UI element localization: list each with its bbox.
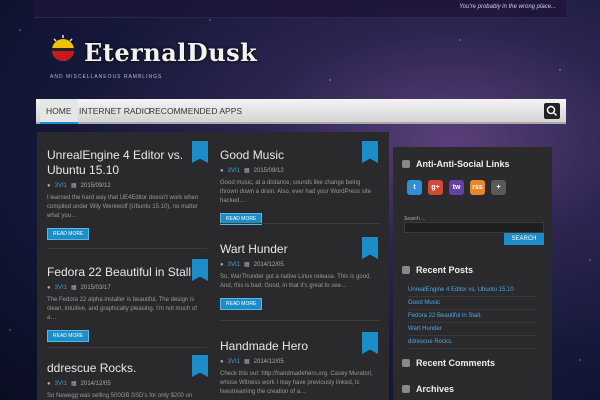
- search-input[interactable]: [404, 222, 544, 233]
- read-more-button[interactable]: READ MORE: [47, 228, 90, 240]
- recent-post-link[interactable]: UnrealEngine 4 Editor vs. Ubuntu 15.10: [408, 284, 536, 297]
- top-bar: You're probably in the wrong place...: [34, 0, 566, 18]
- post-card: Handmade Hero ● 3VI1 ▦ 2014/12/05 Check …: [220, 339, 380, 397]
- calendar-icon: ▦: [243, 262, 250, 268]
- calendar-icon: ▦: [243, 168, 250, 174]
- user-icon: ●: [47, 284, 51, 291]
- post-meta: ● 3VI1 ▦ 2014/12/05: [220, 358, 380, 366]
- google-plus-icon[interactable]: g+: [428, 180, 443, 195]
- calendar-icon: ▦: [243, 359, 250, 365]
- main-navigation: HOME INTERNET RADIO RECOMMENDED APPS: [36, 99, 566, 124]
- archive-icon: [402, 385, 410, 393]
- widget-title-text: Recent Posts: [416, 265, 474, 275]
- logo-emblem-icon: [52, 35, 74, 61]
- recent-post-link[interactable]: ddrescue Rocks.: [408, 336, 536, 349]
- search-icon: [546, 105, 558, 117]
- widget-title-recent-posts: Recent Posts: [402, 265, 473, 275]
- info-icon: [402, 160, 410, 168]
- post-author[interactable]: 3VI1: [55, 183, 67, 189]
- list-icon: [402, 266, 410, 274]
- search-button[interactable]: SEARCH: [504, 233, 544, 245]
- read-more-button[interactable]: READ MORE: [220, 298, 263, 310]
- post-card: ddrescue Rocks. ● 3VI1 ▦ 2014/12/05 So N…: [47, 361, 207, 400]
- nav-item-recommended-apps[interactable]: RECOMMENDED APPS: [143, 99, 248, 124]
- post-date: 2014/12/05: [253, 261, 284, 268]
- post-title[interactable]: Good Music: [220, 148, 380, 163]
- post-date: 2014/12/05: [253, 358, 284, 365]
- post-author[interactable]: 3VI1: [228, 359, 240, 365]
- rss-icon[interactable]: rss: [470, 180, 485, 195]
- post-divider: [220, 320, 380, 321]
- site-title[interactable]: EternalDusk: [84, 38, 257, 67]
- sidebar: Anti-Anti-Social Links t g+ tw rss + Sea…: [393, 147, 552, 400]
- post-excerpt: Good music, at a distance, sounds like c…: [220, 180, 371, 204]
- comments-icon: [402, 359, 410, 367]
- post-author[interactable]: 3VI1: [228, 168, 240, 174]
- user-icon: ●: [220, 261, 224, 268]
- calendar-icon: ▦: [70, 183, 77, 189]
- post-divider: [220, 223, 380, 224]
- post-meta: ● 3VI1 ▦ 2015/03/17: [47, 284, 207, 292]
- widget-title-recent-comments: Recent Comments: [402, 358, 495, 368]
- post-title[interactable]: ddrescue Rocks.: [47, 361, 207, 376]
- site-subtitle: AND MISCELLANEOUS RAMBLINGS: [50, 74, 163, 80]
- nav-item-home[interactable]: HOME: [40, 99, 78, 124]
- post-title[interactable]: Wart Hunder: [220, 242, 380, 257]
- post-meta: ● 3VI1 ▦ 2014/12/05: [47, 380, 207, 388]
- post-date: 2014/12/05: [80, 380, 111, 387]
- widget-title-text: Anti-Anti-Social Links: [416, 159, 510, 169]
- user-icon: ●: [47, 182, 51, 189]
- post-title[interactable]: UnrealEngine 4 Editor vs. Ubuntu 15.10: [47, 148, 207, 178]
- widget-title-text: Archives: [416, 384, 455, 394]
- post-meta: ● 3VI1 ▦ 2015/09/12: [47, 182, 207, 190]
- twitch-icon[interactable]: tw: [449, 180, 464, 195]
- user-icon: ●: [220, 167, 224, 174]
- post-card: UnrealEngine 4 Editor vs. Ubuntu 15.10 ●…: [47, 148, 207, 240]
- post-date: 2015/03/17: [80, 284, 111, 291]
- recent-post-link[interactable]: Wart Hunder: [408, 323, 536, 336]
- calendar-icon: ▦: [70, 285, 77, 291]
- post-author[interactable]: 3VI1: [55, 381, 67, 387]
- post-meta: ● 3VI1 ▦ 2014/12/05: [220, 261, 380, 269]
- widget-title-social: Anti-Anti-Social Links: [402, 159, 510, 169]
- twitter-icon[interactable]: t: [407, 180, 422, 195]
- post-title[interactable]: Handmade Hero: [220, 339, 380, 354]
- read-more-button[interactable]: READ MORE: [47, 330, 90, 342]
- post-excerpt: So Newegg was selling 500GB SSD's for on…: [47, 393, 193, 399]
- post-divider: [47, 248, 207, 249]
- post-card: Good Music ● 3VI1 ▦ 2015/09/12 Good musi…: [220, 148, 380, 225]
- social-links: t g+ tw rss +: [407, 180, 506, 195]
- post-date: 2015/09/12: [253, 167, 284, 174]
- post-card: Fedora 22 Beautiful in Stall. ● 3VI1 ▦ 2…: [47, 265, 207, 342]
- post-title[interactable]: Fedora 22 Beautiful in Stall.: [47, 265, 207, 280]
- nav-search-button[interactable]: [544, 103, 560, 119]
- post-excerpt: Check this out: http://handmadehero.org.…: [220, 371, 373, 395]
- post-card: Wart Hunder ● 3VI1 ▦ 2014/12/05 So, WarT…: [220, 242, 380, 310]
- recent-post-link[interactable]: Fedora 22 Beautiful in Stall.: [408, 310, 536, 323]
- post-date: 2015/09/12: [80, 182, 111, 189]
- post-divider: [47, 347, 207, 348]
- widget-title-text: Recent Comments: [416, 358, 496, 368]
- user-icon: ●: [220, 358, 224, 365]
- top-tagline: You're probably in the wrong place...: [459, 4, 556, 10]
- post-excerpt: I learned the hard way that UE4Editor do…: [47, 195, 199, 219]
- posts-panel: UnrealEngine 4 Editor vs. Ubuntu 15.10 ●…: [37, 132, 389, 400]
- post-author[interactable]: 3VI1: [55, 285, 67, 291]
- recent-posts-list: UnrealEngine 4 Editor vs. Ubuntu 15.10 G…: [408, 284, 536, 349]
- calendar-icon: ▦: [70, 381, 77, 387]
- post-excerpt: So, WarThunder got a native Linux releas…: [220, 274, 372, 289]
- user-icon: ●: [47, 380, 51, 387]
- post-meta: ● 3VI1 ▦ 2015/09/12: [220, 167, 380, 175]
- recent-post-link[interactable]: Good Music: [408, 297, 536, 310]
- delicious-icon[interactable]: +: [491, 180, 506, 195]
- widget-title-archives: Archives: [402, 384, 454, 394]
- post-excerpt: The Fedora 22 alpha installer is beautif…: [47, 297, 197, 321]
- post-author[interactable]: 3VI1: [228, 262, 240, 268]
